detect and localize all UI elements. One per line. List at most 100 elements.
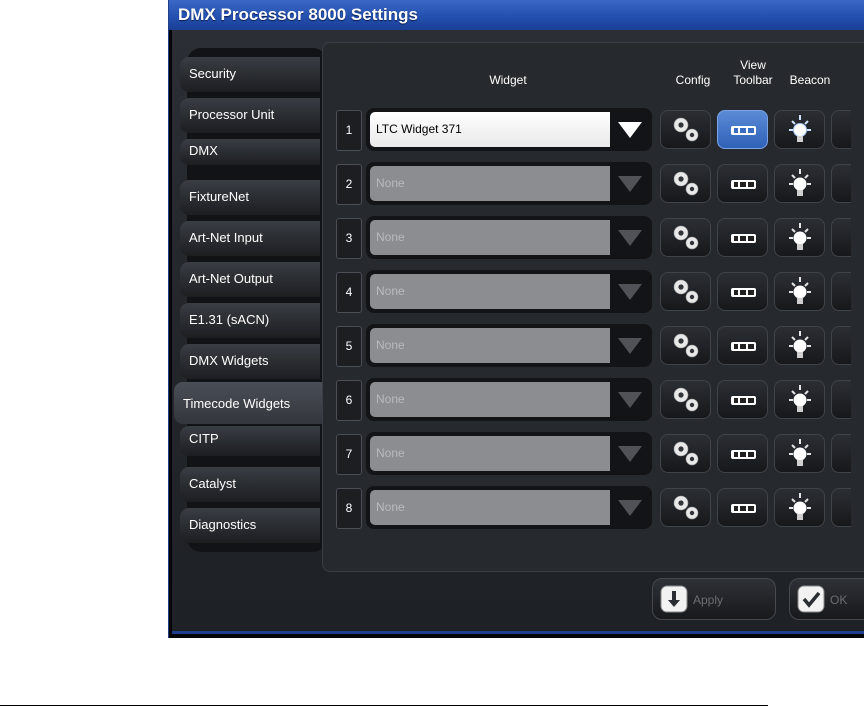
widget-dropdown[interactable]: None bbox=[366, 270, 652, 313]
config-button[interactable] bbox=[660, 164, 711, 203]
beacon-button[interactable] bbox=[774, 380, 825, 419]
row-number: 7 bbox=[336, 434, 362, 475]
checkmark-icon bbox=[797, 585, 825, 613]
settings-window: DMX Processor 8000 Settings Security Pro… bbox=[168, 0, 864, 638]
config-button[interactable] bbox=[660, 380, 711, 419]
widget-dropdown-value: None bbox=[370, 382, 610, 417]
dropdown-arrow-icon[interactable] bbox=[618, 392, 642, 408]
view-toolbar-button[interactable] bbox=[717, 164, 768, 203]
toolbar-icon bbox=[731, 396, 756, 405]
row-number: 3 bbox=[336, 218, 362, 259]
tab-timecode-widgets[interactable]: Timecode Widgets bbox=[174, 382, 322, 424]
widget-dropdown[interactable]: None bbox=[366, 162, 652, 205]
row-extra-button[interactable] bbox=[831, 434, 851, 473]
ok-button[interactable]: OK bbox=[789, 578, 864, 620]
toolbar-icon bbox=[731, 180, 756, 189]
dropdown-arrow-icon[interactable] bbox=[618, 500, 642, 516]
config-button[interactable] bbox=[660, 272, 711, 311]
tab-label: Catalyst bbox=[189, 476, 236, 491]
config-button[interactable] bbox=[660, 434, 711, 473]
column-header-widget: Widget bbox=[489, 73, 527, 87]
view-toolbar-button[interactable] bbox=[717, 218, 768, 257]
view-toolbar-button[interactable] bbox=[717, 110, 768, 149]
view-toolbar-button[interactable] bbox=[717, 380, 768, 419]
beacon-button[interactable] bbox=[774, 434, 825, 473]
tab-dmx[interactable]: DMX bbox=[180, 139, 320, 165]
row-extra-button[interactable] bbox=[831, 488, 851, 527]
gears-icon bbox=[673, 171, 699, 196]
tab-label: CITP bbox=[189, 431, 219, 446]
widget-dropdown-value: None bbox=[370, 490, 610, 525]
column-header-config: Config bbox=[675, 73, 711, 87]
dropdown-arrow-icon[interactable] bbox=[618, 446, 642, 462]
view-toolbar-button[interactable] bbox=[717, 434, 768, 473]
tab-dmx-widgets[interactable]: DMX Widgets bbox=[180, 344, 320, 379]
tab-label: DMX Widgets bbox=[189, 353, 269, 368]
toolbar-icon bbox=[731, 288, 756, 297]
widget-dropdown[interactable]: None bbox=[366, 324, 652, 367]
widget-dropdown[interactable]: None bbox=[366, 378, 652, 421]
gears-icon bbox=[673, 225, 699, 250]
tab-citp[interactable]: CITP bbox=[180, 426, 320, 456]
dropdown-arrow-icon[interactable] bbox=[618, 230, 642, 246]
lightbulb-icon bbox=[789, 169, 811, 196]
widget-dropdown-value: None bbox=[370, 328, 610, 363]
timecode-widgets-panel: Widget Config View Toolbar Beacon 1 LTC … bbox=[322, 42, 864, 572]
tab-e131-sacn[interactable]: E1.31 (sACN) bbox=[180, 303, 320, 338]
view-toolbar-button[interactable] bbox=[717, 326, 768, 365]
view-toolbar-button[interactable] bbox=[717, 488, 768, 527]
view-toolbar-button[interactable] bbox=[717, 272, 768, 311]
row-extra-button[interactable] bbox=[831, 110, 851, 149]
gears-icon bbox=[673, 387, 699, 412]
beacon-button[interactable] bbox=[774, 326, 825, 365]
row-extra-button[interactable] bbox=[831, 326, 851, 365]
window-title: DMX Processor 8000 Settings bbox=[169, 0, 864, 30]
config-button[interactable] bbox=[660, 326, 711, 365]
window-body: Security Processor Unit DMX FixtureNet A… bbox=[172, 30, 864, 634]
widget-dropdown-value: None bbox=[370, 220, 610, 255]
row-extra-button[interactable] bbox=[831, 380, 851, 419]
apply-icon bbox=[660, 585, 688, 613]
dropdown-arrow-icon[interactable] bbox=[618, 338, 642, 354]
tab-fixturenet[interactable]: FixtureNet bbox=[180, 180, 320, 215]
ok-label: OK bbox=[830, 593, 848, 607]
config-button[interactable] bbox=[660, 110, 711, 149]
tab-art-net-input[interactable]: Art-Net Input bbox=[180, 221, 320, 256]
dropdown-arrow-icon[interactable] bbox=[618, 122, 642, 138]
row-extra-button[interactable] bbox=[831, 272, 851, 311]
dropdown-arrow-icon[interactable] bbox=[618, 176, 642, 192]
tab-security[interactable]: Security bbox=[180, 57, 320, 92]
widget-dropdown[interactable]: None bbox=[366, 486, 652, 529]
tab-label: DMX bbox=[189, 143, 218, 158]
widget-row: 3 None bbox=[336, 216, 864, 259]
beacon-button[interactable] bbox=[774, 110, 825, 149]
row-number: 1 bbox=[336, 110, 362, 151]
tab-art-net-output[interactable]: Art-Net Output bbox=[180, 262, 320, 297]
row-number: 4 bbox=[336, 272, 362, 313]
widget-dropdown-value: LTC Widget 371 bbox=[370, 112, 610, 147]
config-button[interactable] bbox=[660, 218, 711, 257]
row-extra-button[interactable] bbox=[831, 164, 851, 203]
beacon-button[interactable] bbox=[774, 272, 825, 311]
gears-icon bbox=[673, 441, 699, 466]
widget-dropdown[interactable]: None bbox=[366, 432, 652, 475]
widget-dropdown-value: None bbox=[370, 166, 610, 201]
tab-diagnostics[interactable]: Diagnostics bbox=[180, 508, 320, 543]
tab-label: Art-Net Input bbox=[189, 230, 263, 245]
beacon-button[interactable] bbox=[774, 164, 825, 203]
beacon-button[interactable] bbox=[774, 218, 825, 257]
apply-button[interactable]: Apply bbox=[652, 578, 776, 620]
widget-dropdown[interactable]: None bbox=[366, 216, 652, 259]
dropdown-arrow-icon[interactable] bbox=[618, 284, 642, 300]
column-header-view: View bbox=[740, 58, 766, 72]
tab-processor-unit[interactable]: Processor Unit bbox=[180, 98, 320, 133]
gears-icon bbox=[673, 333, 699, 358]
tab-catalyst[interactable]: Catalyst bbox=[180, 467, 320, 502]
beacon-button[interactable] bbox=[774, 488, 825, 527]
config-button[interactable] bbox=[660, 488, 711, 527]
row-extra-button[interactable] bbox=[831, 218, 851, 257]
tab-label: FixtureNet bbox=[189, 189, 249, 204]
widget-dropdown[interactable]: LTC Widget 371 bbox=[366, 108, 652, 151]
column-header-beacon: Beacon bbox=[789, 73, 831, 87]
column-header-toolbar: Toolbar bbox=[733, 73, 773, 87]
